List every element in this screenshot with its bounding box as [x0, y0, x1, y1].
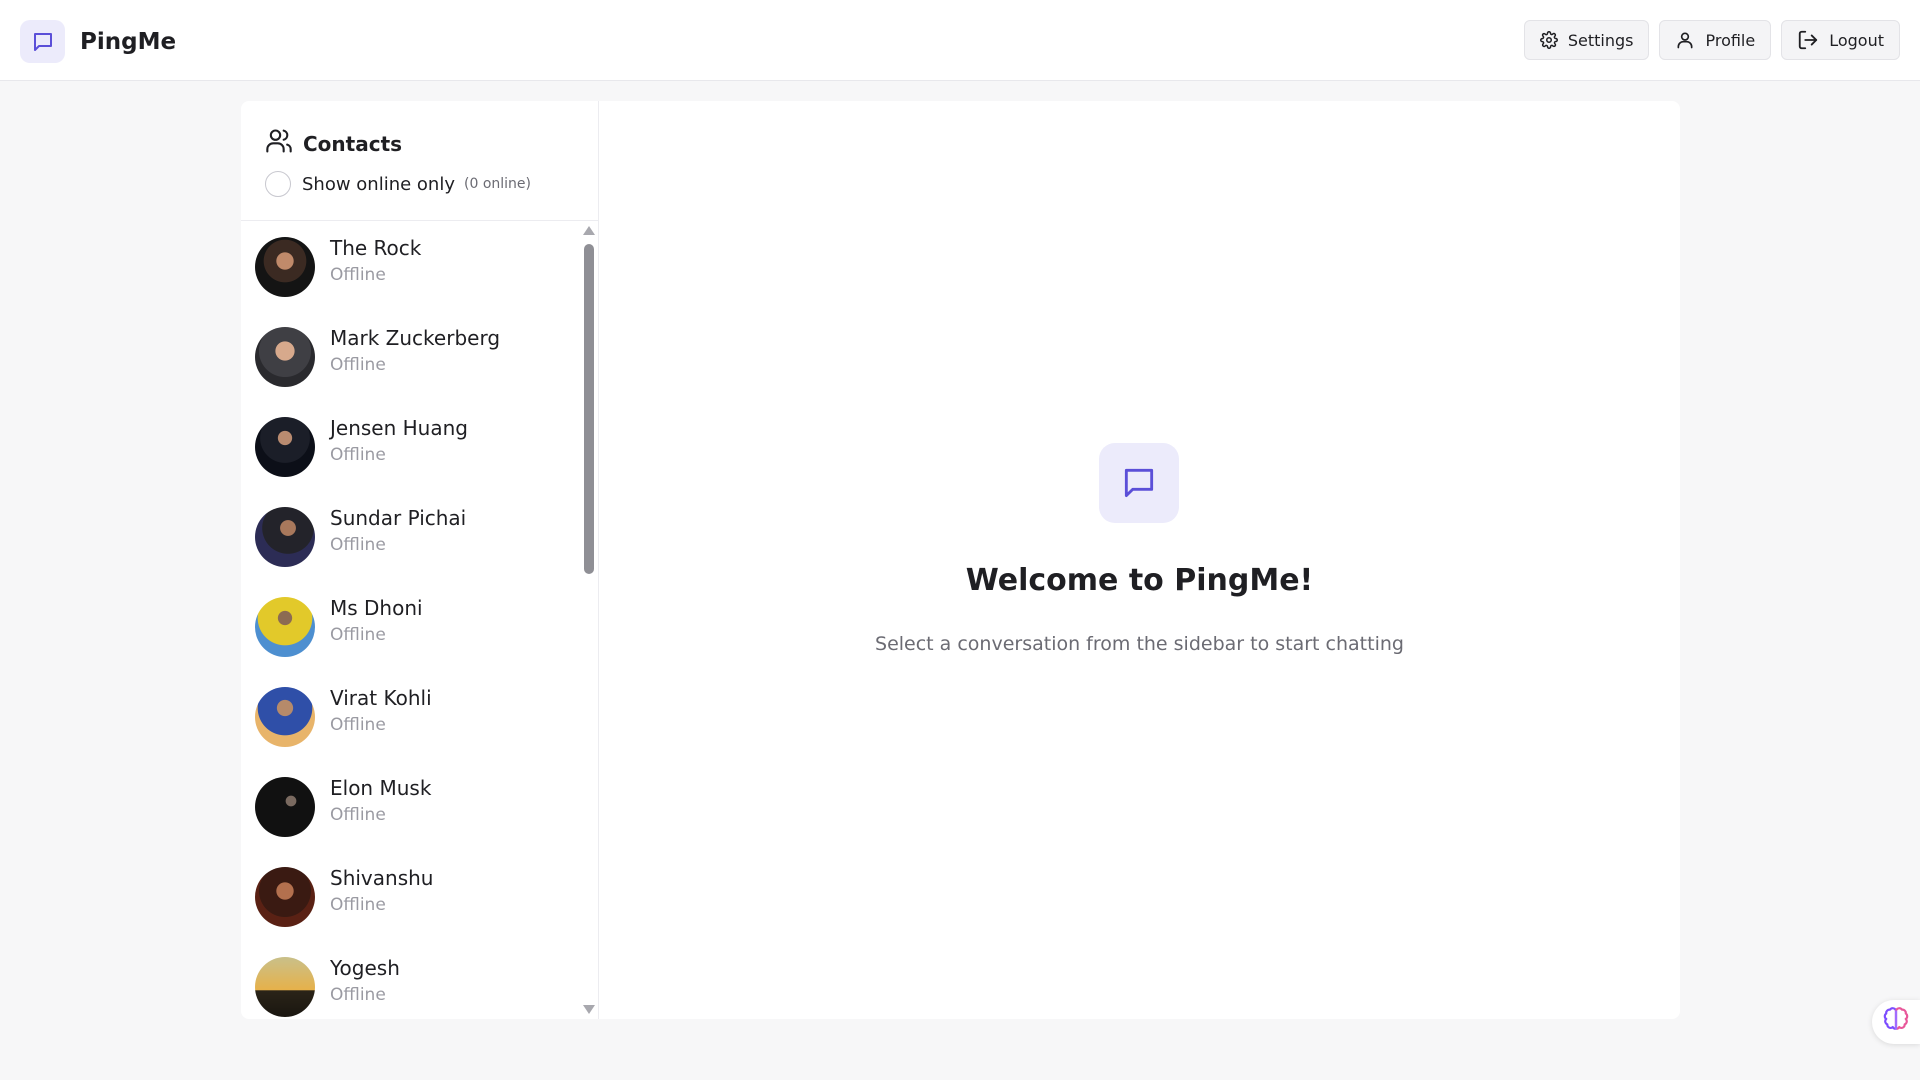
contact-name: Shivanshu — [330, 866, 434, 890]
settings-button[interactable]: Settings — [1523, 20, 1650, 60]
chat-bubble-icon — [1099, 443, 1179, 523]
contact-name: The Rock — [330, 236, 422, 260]
top-navbar: PingMe Settings Profile Logout — [0, 0, 1920, 81]
chat-panel: Contacts Show online only (0 online) The… — [241, 101, 1680, 1019]
contacts-sidebar: Contacts Show online only (0 online) The… — [241, 101, 599, 1019]
contact-status: Offline — [330, 445, 386, 465]
contact-item[interactable]: Sundar Pichai Offline — [241, 492, 581, 582]
contact-name: Virat Kohli — [330, 686, 432, 710]
scrollbar-thumb[interactable] — [584, 244, 594, 574]
contact-name: Sundar Pichai — [330, 506, 467, 530]
welcome-title: Welcome to PingMe! — [965, 563, 1314, 598]
contact-item[interactable]: Elon Musk Offline — [241, 762, 581, 852]
contact-item[interactable]: The Rock Offline — [241, 222, 581, 312]
contact-item[interactable]: Shivanshu Offline — [241, 852, 581, 942]
contact-status: Offline — [330, 895, 386, 915]
brand[interactable]: PingMe — [20, 20, 176, 63]
profile-button[interactable]: Profile — [1659, 20, 1772, 60]
chat-bubble-icon — [20, 20, 65, 63]
contacts-heading: Contacts — [265, 127, 402, 160]
logout-icon — [1797, 29, 1819, 51]
avatar — [255, 777, 315, 837]
contact-item[interactable]: Yogesh Offline — [241, 942, 581, 1019]
online-filter: Show online only (0 online) — [265, 171, 531, 197]
avatar — [255, 327, 315, 387]
contact-name: Ms Dhoni — [330, 596, 423, 620]
contact-name: Jensen Huang — [330, 416, 468, 440]
contact-name: Elon Musk — [330, 776, 432, 800]
user-icon — [1675, 30, 1695, 50]
contact-item[interactable]: Jensen Huang Offline — [241, 402, 581, 492]
contact-name: Yogesh — [330, 956, 400, 980]
scroll-down-arrow-icon[interactable] — [583, 1005, 595, 1014]
contact-status: Offline — [330, 805, 386, 825]
contact-status: Offline — [330, 625, 386, 645]
contact-status: Offline — [330, 985, 386, 1005]
welcome-subtitle: Select a conversation from the sidebar t… — [875, 633, 1404, 655]
contact-item[interactable]: Ms Dhoni Offline — [241, 582, 581, 672]
avatar — [255, 417, 315, 477]
welcome-area: Welcome to PingMe! Select a conversation… — [599, 101, 1680, 1019]
header-actions: Settings Profile Logout — [1523, 20, 1900, 60]
avatar — [255, 507, 315, 567]
avatar — [255, 597, 315, 657]
assistant-button[interactable] — [1872, 1000, 1920, 1044]
show-online-checkbox[interactable] — [265, 171, 291, 197]
sidebar-header: Contacts Show online only (0 online) — [241, 101, 598, 221]
avatar — [255, 687, 315, 747]
contact-status: Offline — [330, 715, 386, 735]
contact-item[interactable]: Mark Zuckerberg Offline — [241, 312, 581, 402]
app-name: PingMe — [80, 28, 177, 55]
gear-icon — [1539, 31, 1558, 49]
users-icon — [265, 127, 293, 160]
scroll-up-arrow-icon[interactable] — [583, 226, 595, 235]
online-count: (0 online) — [464, 176, 531, 192]
contact-status: Offline — [330, 355, 386, 375]
avatar — [255, 867, 315, 927]
contact-name: Mark Zuckerberg — [330, 326, 501, 350]
contact-list[interactable]: The Rock Offline Mark Zuckerberg Offline… — [241, 222, 581, 1019]
contact-status: Offline — [330, 265, 386, 285]
logout-button[interactable]: Logout — [1781, 20, 1900, 60]
contact-status: Offline — [330, 535, 386, 555]
avatar — [255, 957, 315, 1017]
contact-item[interactable]: Virat Kohli Offline — [241, 672, 581, 762]
contacts-title: Contacts — [303, 131, 403, 156]
show-online-label[interactable]: Show online only — [302, 174, 455, 195]
avatar — [255, 237, 315, 297]
brain-icon — [1883, 1007, 1909, 1037]
logout-label: Logout — [1829, 30, 1884, 50]
profile-label: Profile — [1705, 30, 1756, 50]
settings-label: Settings — [1567, 30, 1634, 50]
